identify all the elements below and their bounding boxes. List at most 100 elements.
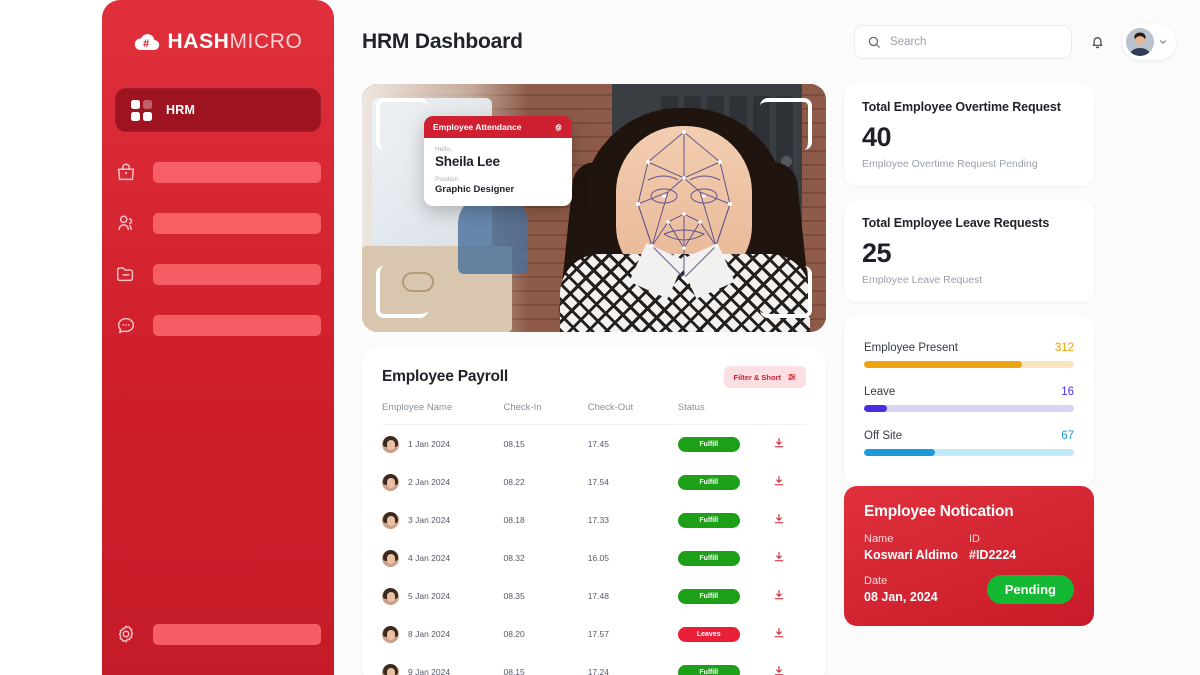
- filter-and-sort-button[interactable]: Filter & Short: [724, 366, 806, 388]
- download-icon[interactable]: [773, 437, 806, 451]
- brand-name: HASHMICRO: [168, 30, 303, 54]
- sidebar-item-placeholder-3[interactable]: [115, 263, 321, 285]
- right-column: Total Employee Overtime Request 40 Emplo…: [844, 84, 1094, 675]
- sidebar-item-hrm[interactable]: HRM: [115, 88, 321, 132]
- download-icon[interactable]: [773, 665, 806, 675]
- kpi-title: Total Employee Leave Requests: [862, 216, 1076, 230]
- employee-name-text: 3 Jan 2024: [408, 515, 450, 525]
- date-label: Date: [864, 575, 987, 587]
- stat-bar-row: Employee Present312: [864, 342, 1074, 368]
- cell-check-out: 17.24: [588, 653, 678, 675]
- status-badge: Fulfill: [678, 475, 740, 490]
- cell-download[interactable]: [773, 539, 806, 577]
- stat-progress-fill: [864, 405, 887, 412]
- download-icon[interactable]: [773, 627, 806, 641]
- cell-check-in: 08.18: [503, 501, 587, 539]
- chevron-down-icon: [1158, 37, 1168, 47]
- cell-check-in: 08.15: [503, 425, 587, 464]
- table-row[interactable]: 8 Jan 202408.2017.57Leaves: [382, 615, 806, 653]
- cell-download[interactable]: [773, 501, 806, 539]
- cell-download[interactable]: [773, 577, 806, 615]
- avatar: [382, 664, 399, 675]
- avatar: [382, 436, 399, 453]
- stat-progress-track: [864, 405, 1074, 412]
- profile-menu[interactable]: [1122, 24, 1176, 60]
- sidebar-item-placeholder-4[interactable]: [115, 314, 321, 336]
- employee-name-text: 5 Jan 2024: [408, 591, 450, 601]
- column-status: Status: [678, 402, 773, 425]
- download-icon[interactable]: [773, 589, 806, 603]
- stat-value: 16: [1061, 386, 1074, 398]
- stat-label: Leave: [864, 386, 895, 398]
- employee-name-text: 1 Jan 2024: [408, 439, 450, 449]
- table-row[interactable]: 3 Jan 202408.1817.33Fulfill: [382, 501, 806, 539]
- cell-download[interactable]: [773, 615, 806, 653]
- stat-progress-fill: [864, 361, 1022, 368]
- status-badge: Fulfill: [678, 437, 740, 452]
- stat-value: 67: [1061, 430, 1074, 442]
- status-badge[interactable]: Pending: [987, 575, 1074, 604]
- sidebar-item-skeleton: [153, 213, 321, 234]
- table-row[interactable]: 5 Jan 2024 08.3517.48Fulfill: [382, 577, 806, 615]
- notification-title: Employee Notication: [864, 503, 1074, 521]
- sidebar-item-placeholder-2[interactable]: [115, 212, 321, 234]
- attendance-hero-image: Employee Attendance Hello, Sheila Lee Po…: [362, 84, 826, 332]
- sidebar-item-settings[interactable]: [115, 623, 321, 645]
- cell-check-in: 08.35: [503, 577, 587, 615]
- sidebar-item-placeholder-1[interactable]: [115, 161, 321, 183]
- cell-status: Fulfill: [678, 425, 773, 464]
- table-row[interactable]: 4 Jan 202408.3216.05Fulfill: [382, 539, 806, 577]
- notification-name-field: Name Koswari Aldimo: [864, 533, 969, 562]
- table-row[interactable]: 9 Jan 202408.1517.24Fulfill: [382, 653, 806, 675]
- download-icon[interactable]: [773, 551, 806, 565]
- left-column: Employee Attendance Hello, Sheila Lee Po…: [362, 84, 826, 675]
- download-icon[interactable]: [773, 513, 806, 527]
- scan-bracket-top-right: [760, 98, 812, 150]
- scan-bracket-bottom-right: [760, 266, 812, 318]
- hero-chair: [458, 194, 528, 274]
- cell-employee-name: 3 Jan 2024: [382, 501, 503, 539]
- notification-fields: Name Koswari Aldimo ID #ID2224: [864, 533, 1074, 562]
- dashboard-content: Employee Attendance Hello, Sheila Lee Po…: [334, 84, 1200, 675]
- grid-icon: [131, 100, 152, 121]
- kpi-title: Total Employee Overtime Request: [862, 100, 1076, 114]
- cell-employee-name: 2 Jan 2024: [382, 463, 503, 501]
- column-employee-name: Employee Name: [382, 402, 503, 425]
- table-row[interactable]: 1 Jan 2024 08.1517.45Fulfill: [382, 425, 806, 464]
- brand-name-bold: HASH: [168, 30, 230, 53]
- page-title: HRM Dashboard: [362, 30, 523, 54]
- avatar: [1126, 28, 1154, 56]
- cell-check-out: 17.54: [588, 463, 678, 501]
- folder-minus-icon: [115, 263, 137, 285]
- topbar-actions: Search: [854, 24, 1176, 60]
- table-row[interactable]: 2 Jan 202408.2217.54Fulfill: [382, 463, 806, 501]
- greeting-label: Hello,: [435, 146, 561, 153]
- attendance-card-header: Employee Attendance: [424, 116, 572, 138]
- cell-check-out: 17.45: [588, 425, 678, 464]
- notification-button[interactable]: [1084, 29, 1110, 55]
- status-badge: Fulfill: [678, 513, 740, 528]
- notification-date-row: Date 08 Jan, 2024 Pending: [864, 575, 1074, 604]
- employee-name-text: 4 Jan 2024: [408, 553, 450, 563]
- kpi-card-leave: Total Employee Leave Requests 25 Employe…: [844, 200, 1094, 302]
- kpi-card-overtime: Total Employee Overtime Request 40 Emplo…: [844, 84, 1094, 186]
- brand-logo[interactable]: # HASHMICRO: [134, 30, 303, 54]
- search-input[interactable]: Search: [854, 25, 1072, 59]
- gear-icon[interactable]: [554, 123, 563, 132]
- cell-status: Fulfill: [678, 577, 773, 615]
- hrm-dashboard-app: # HASHMICRO HRM: [0, 0, 1200, 675]
- scan-bracket-top-left: [376, 98, 428, 150]
- attendance-stats-card: Employee Present312Leave16Off Site67: [844, 316, 1094, 486]
- cell-check-in: 08.20: [503, 615, 587, 653]
- attendance-card-title: Employee Attendance: [433, 122, 522, 132]
- stat-bar-row: Leave 16: [864, 386, 1074, 412]
- cell-check-out: 17.48: [588, 577, 678, 615]
- cell-download[interactable]: [773, 653, 806, 675]
- cell-download[interactable]: [773, 425, 806, 464]
- cell-check-out: 16.05: [588, 539, 678, 577]
- avatar: [382, 550, 399, 567]
- sliders-icon: [787, 372, 797, 382]
- cell-download[interactable]: [773, 463, 806, 501]
- download-icon[interactable]: [773, 475, 806, 489]
- cell-employee-name: 4 Jan 2024: [382, 539, 503, 577]
